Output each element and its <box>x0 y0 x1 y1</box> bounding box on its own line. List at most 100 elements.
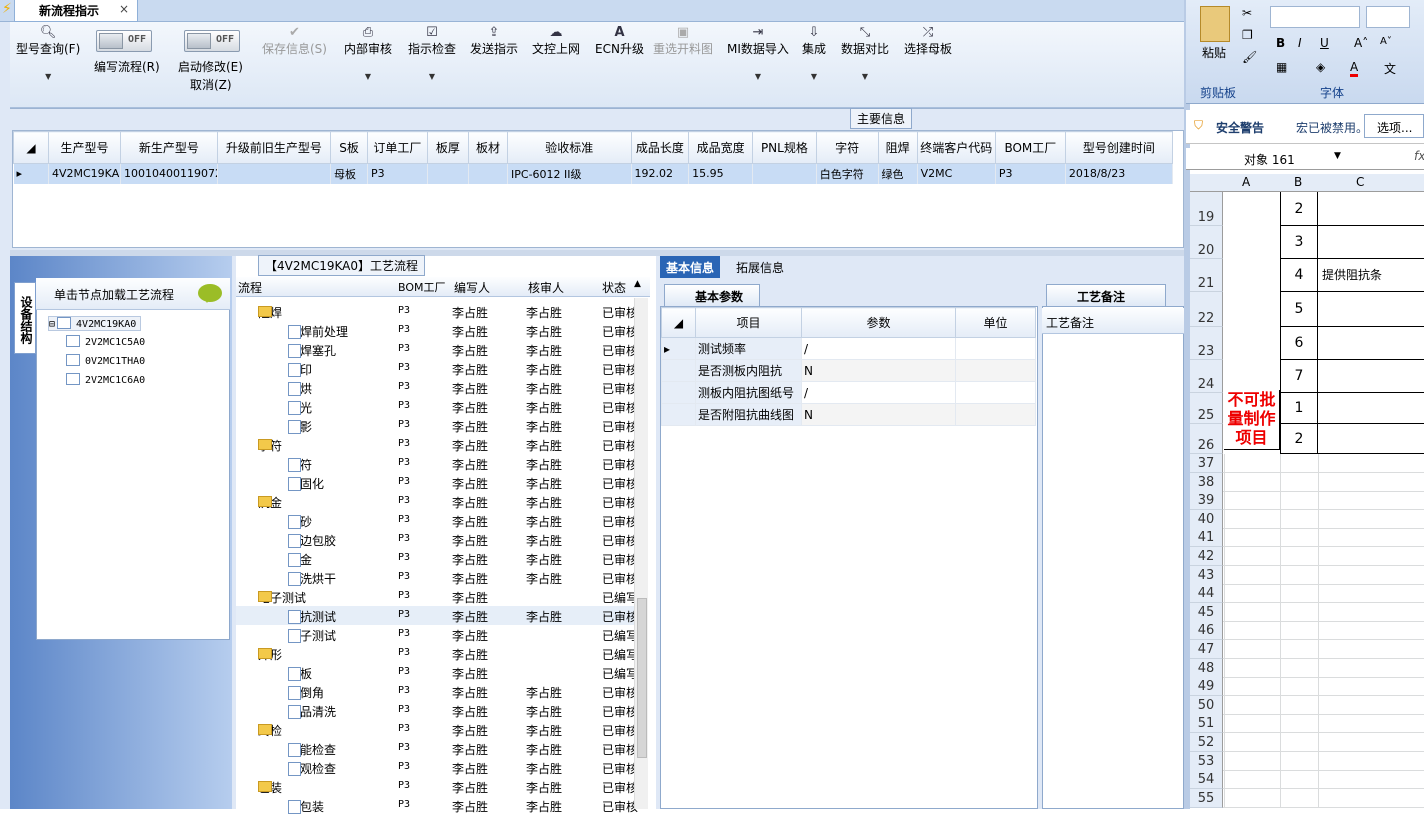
tab-basic-info[interactable]: 基本信息 <box>660 256 721 278</box>
process-row[interactable]: 阻抗测试 P3 李占胜 李占胜 已审核 <box>236 606 638 625</box>
process-row[interactable]: ⊟字符P3李占胜李占胜已审核 <box>236 435 638 454</box>
param-value[interactable]: / <box>801 337 956 360</box>
row-header[interactable]: 23 <box>1190 327 1223 360</box>
paste-button[interactable]: 粘贴 <box>1202 44 1226 61</box>
upload-button[interactable]: ☁ 文控上网 <box>532 26 580 57</box>
save-button[interactable]: ✔ 保存信息(S) <box>262 26 327 57</box>
row-header[interactable]: 52 <box>1190 733 1223 752</box>
process-row[interactable]: 内包装 P3 李占胜 李占胜 已审核 <box>236 796 638 815</box>
process-row[interactable]: 丝印P3李占胜李占胜已审核 <box>236 359 638 378</box>
col-header[interactable]: 新生产型号 <box>120 131 218 164</box>
tree-node[interactable]: 2V2MC1C6A0 <box>66 373 145 386</box>
row-header[interactable]: 38 <box>1190 472 1223 492</box>
toggle-write-process[interactable]: OFF <box>96 30 152 52</box>
col-c[interactable]: C <box>1356 175 1364 189</box>
cell-b[interactable]: 6 <box>1280 327 1318 360</box>
col-header[interactable]: 升级前旧生产型号 <box>216 131 332 164</box>
process-row[interactable]: ⊟沉金P3李占胜李占胜已审核 <box>236 492 638 511</box>
compare-button[interactable]: ⤡ 数据对比 ▼ <box>841 26 889 84</box>
process-row[interactable]: 沉金P3李占胜李占胜已审核 <box>236 549 638 568</box>
scrollbar[interactable] <box>634 298 648 809</box>
row-header[interactable]: 47 <box>1190 640 1223 659</box>
row-header[interactable]: 25 <box>1190 393 1223 424</box>
tree-node[interactable]: 0V2MC1THA0 <box>66 354 145 367</box>
col-header[interactable]: 订单工厂 <box>367 131 428 164</box>
col-unit[interactable]: 单位 <box>955 307 1036 338</box>
collapse-icon[interactable]: ⊟ <box>49 319 55 330</box>
table-row[interactable]: ▸ 4V2MC19KA0 10010400119072 母板 P3 IPC-6012 II… <box>13 163 1174 184</box>
tab-basic-params[interactable]: 基本参数 <box>664 284 760 306</box>
close-icon[interactable]: × <box>119 2 129 16</box>
cell-c[interactable] <box>1318 292 1424 327</box>
col-header[interactable]: 终端客户代码 <box>916 131 996 164</box>
check-button[interactable]: ☑ 指示检查 ▼ <box>408 26 456 84</box>
col-header[interactable]: 成品长度 <box>630 131 690 164</box>
process-row[interactable]: ⊟电子测试P3李占胜已编写 <box>236 587 638 606</box>
col-header[interactable]: 型号创建时间 <box>1064 131 1174 164</box>
process-row[interactable]: 预烘P3李占胜李占胜已审核 <box>236 378 638 397</box>
process-row[interactable]: 铣板P3李占胜已编写 <box>236 663 638 682</box>
row-header[interactable]: 49 <box>1190 677 1223 697</box>
cell-c[interactable]: 提供阻抗条 <box>1318 259 1424 292</box>
process-row[interactable]: ⊟阻焊P3李占胜李占胜已审核 <box>236 302 638 321</box>
query-button[interactable]: 🔍︎ 型号查询(F) ▼ <box>16 26 80 84</box>
col-process[interactable]: 流程 <box>238 279 262 296</box>
cell-b[interactable]: 4 <box>1280 259 1318 292</box>
col-header[interactable]: 字符 <box>815 131 879 164</box>
font-name-select[interactable] <box>1270 6 1360 28</box>
integrate-button[interactable]: ⇩ 集成 ▼ <box>802 26 826 84</box>
col-header[interactable]: 成品宽度 <box>688 131 753 164</box>
scroll-thumb[interactable] <box>637 598 647 758</box>
bold-icon[interactable]: B <box>1276 36 1285 50</box>
cell-c[interactable] <box>1318 424 1424 454</box>
tree-node[interactable]: 2V2MC1C5A0 <box>66 335 145 348</box>
row-header[interactable]: 50 <box>1190 695 1223 715</box>
shrink-font-icon[interactable]: A˅ <box>1380 36 1392 47</box>
tab-process-remark[interactable]: 工艺备注 <box>1046 284 1166 306</box>
param-value[interactable]: N <box>801 403 956 426</box>
cell-b[interactable]: 7 <box>1280 360 1318 393</box>
cell-c[interactable] <box>1318 192 1424 226</box>
ecn-button[interactable]: A ECN升级 <box>595 26 644 57</box>
row-header[interactable]: 46 <box>1190 621 1223 641</box>
col-header[interactable]: 板厚 <box>426 131 469 164</box>
row-header[interactable]: 19 <box>1190 192 1223 226</box>
process-row[interactable]: ⊟外形P3李占胜已编写 <box>236 644 638 663</box>
row-header[interactable]: 41 <box>1190 528 1223 548</box>
name-box[interactable]: 对象 161 <box>1244 151 1295 168</box>
row-header[interactable]: 43 <box>1190 565 1223 585</box>
italic-icon[interactable]: I <box>1298 36 1302 50</box>
col-param[interactable]: 参数 <box>801 307 956 338</box>
options-button[interactable]: 选项... <box>1364 114 1424 138</box>
param-value[interactable]: N <box>801 359 956 382</box>
process-row[interactable]: 水洗烘干 P3 李占胜 李占胜 已审核 <box>236 568 638 587</box>
row-header[interactable]: 48 <box>1190 658 1223 678</box>
row-header[interactable]: 21 <box>1190 259 1223 292</box>
tab-device-structure[interactable]: 设备结构 <box>14 282 36 354</box>
select-board-button[interactable]: ⤮ 选择母板 <box>904 26 952 57</box>
grow-font-icon[interactable]: A˄ <box>1354 36 1368 50</box>
process-row[interactable]: 阻焊前处理 P3 李占胜 李占胜 已审核 <box>236 321 638 340</box>
row-header[interactable]: 39 <box>1190 491 1223 511</box>
col-header[interactable]: 板材 <box>467 131 509 164</box>
cell-b[interactable]: 2 <box>1280 192 1318 226</box>
row-header[interactable]: 44 <box>1190 584 1223 604</box>
merged-cell-a[interactable]: 不可批量制作项目 <box>1224 390 1280 450</box>
row-header[interactable]: 26 <box>1190 424 1223 454</box>
tree-node[interactable]: ⊟ 4V2MC19KA0 <box>48 316 142 331</box>
chevron-down-icon[interactable]: ▼ <box>1334 151 1341 161</box>
process-row[interactable]: 阻焊塞孔 P3 李占胜 李占胜 已审核 <box>236 340 638 359</box>
cell-b[interactable]: 2 <box>1280 424 1318 454</box>
process-row[interactable]: ⊟包装P3李占胜李占胜已审核 <box>236 777 638 796</box>
process-row[interactable]: 功能检查 P3 李占胜 李占胜 已审核 <box>236 739 638 758</box>
process-row[interactable]: ⊟终检P3李占胜李占胜已审核 <box>236 720 638 739</box>
param-row[interactable]: 是否测板内阻抗 N <box>661 359 1036 382</box>
border-icon[interactable]: ▦ <box>1276 60 1287 74</box>
cell-c[interactable] <box>1318 393 1424 424</box>
reselect-button[interactable]: ▣ 重选开料图 <box>653 26 713 57</box>
row-header[interactable]: 20 <box>1190 226 1223 259</box>
col-b[interactable]: B <box>1294 175 1302 189</box>
row-header[interactable]: 40 <box>1190 509 1223 529</box>
row-header[interactable]: 51 <box>1190 714 1223 734</box>
col-writer[interactable]: 编写人 <box>454 279 490 296</box>
